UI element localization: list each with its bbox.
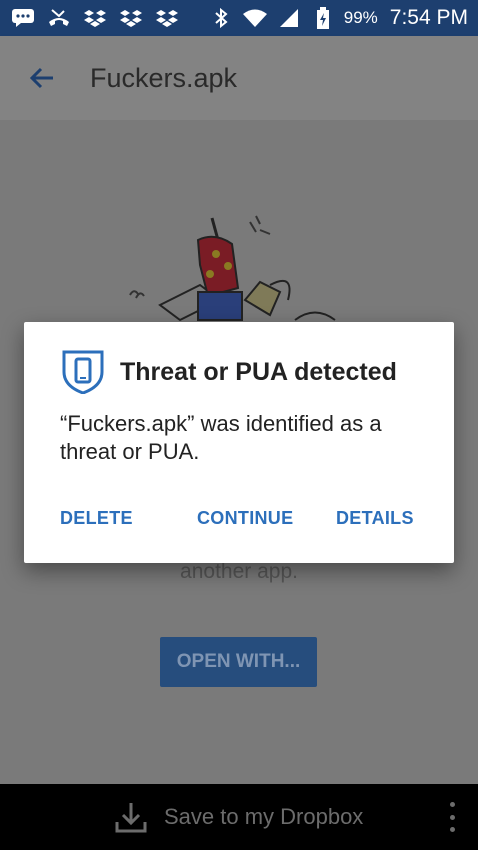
delete-button[interactable]: DELETE <box>60 508 133 529</box>
status-bar: 99% 7:54 PM <box>0 0 478 36</box>
save-label: Save to my Dropbox <box>164 804 364 829</box>
shield-phone-icon <box>62 350 104 394</box>
page-title: Fuckers.apk <box>90 62 238 93</box>
open-with-button[interactable]: OPEN WITH... <box>160 637 317 687</box>
bluetooth-icon <box>208 7 234 29</box>
arrow-back-icon <box>29 67 53 89</box>
signal-icon <box>276 7 302 29</box>
wifi-icon <box>242 7 268 29</box>
threat-dialog: Threat or PUA detected “Fuckers.apk” was… <box>24 322 454 563</box>
clock: 7:54 PM <box>389 6 468 29</box>
app-bar: Fuckers.apk <box>0 36 478 120</box>
file-illustration <box>129 215 336 322</box>
bottom-bar: Save to my Dropbox <box>0 784 478 850</box>
dropbox-icon <box>154 7 180 29</box>
dropbox-icon <box>82 7 108 29</box>
continue-button[interactable]: CONTINUE <box>197 508 293 529</box>
battery-charging-icon <box>310 7 336 29</box>
missed-call-icon <box>46 7 72 29</box>
back-button[interactable] <box>22 58 62 98</box>
chat-icon <box>10 7 36 29</box>
save-to-dropbox-button[interactable]: Save to my Dropbox <box>114 784 363 850</box>
battery-percent: 99% <box>343 8 378 27</box>
download-icon <box>115 803 147 833</box>
dropbox-icon <box>118 7 144 29</box>
more-vert-icon[interactable] <box>442 800 462 834</box>
description-text: another app. <box>180 560 298 583</box>
details-button[interactable]: DETAILS <box>336 508 414 529</box>
dialog-message: “Fuckers.apk” was identified as a threat… <box>60 411 382 464</box>
dialog-title: Threat or PUA detected <box>120 358 397 386</box>
